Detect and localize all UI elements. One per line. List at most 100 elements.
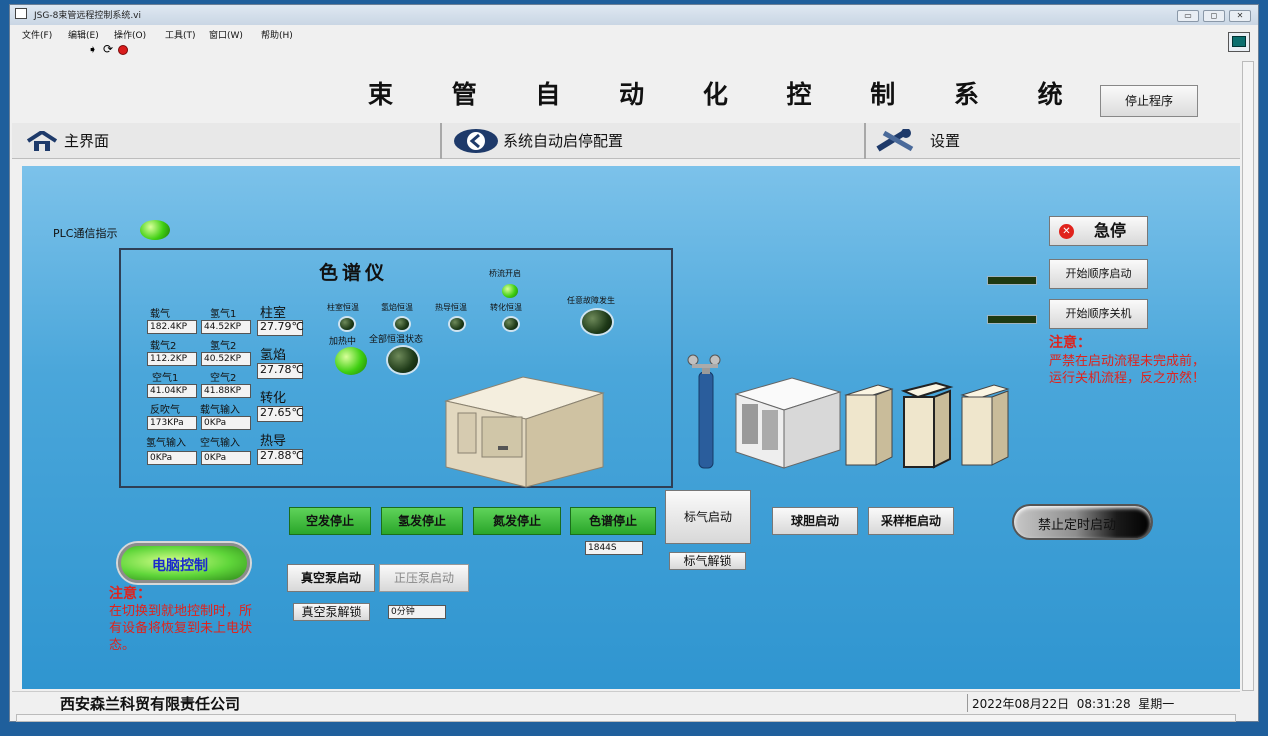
front-panel: 束 管 自 动 化 控 制 系 统 停止程序 主界面 系统自动启停配置 设置 P… xyxy=(12,61,1240,693)
run-continuous-icon[interactable]: ⟳ xyxy=(103,42,113,56)
label-h2: 氢气2 xyxy=(210,341,237,352)
label-col-const: 柱室恒温 xyxy=(327,303,359,312)
pc-control-toggle[interactable]: 电脑控制 xyxy=(118,543,250,583)
datetime: 2022年08月22日 08:31:28 星期一 xyxy=(972,697,1175,711)
value-convert: 27.65℃ xyxy=(257,406,304,422)
label-heating: 加热中 xyxy=(329,337,357,347)
menu-bar: 文件(F) 编辑(E) 操作(O) 工具(T) 窗口(W) 帮助(H) xyxy=(10,26,1258,42)
label-carrier1: 载气 xyxy=(150,309,170,320)
stop-icon: ✕ xyxy=(1059,224,1074,239)
tools-icon xyxy=(876,129,914,152)
server-rack-image xyxy=(734,377,842,469)
run-arrow-icon[interactable]: ➧ xyxy=(88,43,97,56)
tab-auto-config-label: 系统自动启停配置 xyxy=(503,132,624,150)
value-thermal: 27.88℃ xyxy=(257,449,304,465)
timer-ban-label: 禁止定时启动 xyxy=(1038,518,1117,533)
all-const-led xyxy=(388,347,418,373)
std-gas-unlock-button[interactable]: 标气解锁 xyxy=(669,552,746,570)
timer-ban-toggle[interactable]: 禁止定时启动 xyxy=(1012,504,1153,540)
tab-main-label: 主界面 xyxy=(64,132,110,150)
toolbar: ➧ ⟳ xyxy=(10,32,1250,60)
menu-operate[interactable]: 操作(O) xyxy=(114,28,146,41)
pc-control-label: 电脑控制 xyxy=(152,558,208,574)
label-all-const: 全部恒温状态 xyxy=(369,335,424,345)
value-carrier2: 112.2KP xyxy=(147,352,197,366)
minimize-button[interactable]: ▭ xyxy=(1177,10,1199,22)
sequence-start-button[interactable]: 开始顺序启动 xyxy=(1049,259,1148,289)
menu-file[interactable]: 文件(F) xyxy=(22,28,52,41)
back-arrow-icon xyxy=(454,129,498,153)
ball-start-button[interactable]: 球胆启动 xyxy=(772,507,858,535)
value-carrier1: 182.4KP xyxy=(147,320,197,334)
status-bar: 西安森兰科贸有限责任公司 2022年08月22日 08:31:28 星期一 xyxy=(12,691,1240,713)
vacuum-pump-unlock-button[interactable]: 真空泵解锁 xyxy=(293,603,370,621)
pressure-pump-start-button[interactable]: 正压泵启动 xyxy=(379,564,469,592)
value-hflame: 27.78℃ xyxy=(257,363,304,379)
menu-tools[interactable]: 工具(T) xyxy=(165,28,196,41)
label-convert-const: 转化恒温 xyxy=(490,303,522,312)
label-carrier2: 载气2 xyxy=(150,341,177,352)
label-air-in: 空气输入 xyxy=(200,438,240,449)
close-button[interactable]: ✕ xyxy=(1229,10,1251,22)
title-bar: JSG-8束管远程控制系统.vi ▭ ◻ ✕ xyxy=(10,5,1258,25)
value-air2: 41.88KP xyxy=(201,384,251,398)
label-thermal-const: 热导恒温 xyxy=(435,303,467,312)
heating-led xyxy=(335,347,367,375)
thermal-const-led xyxy=(450,318,464,330)
company-name: 西安森兰科贸有限责任公司 xyxy=(60,695,241,713)
maximize-button[interactable]: ◻ xyxy=(1203,10,1225,22)
air-gen-stop-button[interactable]: 空发停止 xyxy=(289,507,371,535)
value-h1: 44.52KP xyxy=(201,320,251,334)
seq-start-indicator xyxy=(987,276,1037,285)
h-gen-stop-button[interactable]: 氢发停止 xyxy=(381,507,463,535)
plc-label: PLC通信指示 xyxy=(53,227,118,240)
gc-stop-button[interactable]: 色谱停止 xyxy=(570,507,656,535)
tab-divider xyxy=(864,123,866,159)
menu-help[interactable]: 帮助(H) xyxy=(261,28,293,41)
col-const-led xyxy=(340,318,354,330)
std-gas-start-button[interactable]: 标气启动 xyxy=(665,490,751,544)
value-h2: 40.52KP xyxy=(201,352,251,366)
cabinet-start-button[interactable]: 采样柜启动 xyxy=(868,507,954,535)
horizontal-scrollbar[interactable] xyxy=(16,714,1236,722)
fault-led xyxy=(582,310,612,334)
tab-divider xyxy=(440,123,442,159)
label-backblow: 反吹气 xyxy=(150,405,180,416)
emergency-stop-label: 急停 xyxy=(1094,221,1127,240)
tab-settings-label: 设置 xyxy=(930,132,961,150)
menu-edit[interactable]: 编辑(E) xyxy=(68,28,99,41)
gas-cylinder-image xyxy=(687,354,721,469)
note-left-text: 在切换到就地控制时，所有设备将恢复到未上电状态。 xyxy=(109,604,253,653)
context-help-icon[interactable] xyxy=(1228,32,1250,52)
stop-program-button[interactable]: 停止程序 xyxy=(1100,85,1198,117)
note-right-title: 注意： xyxy=(1049,335,1091,351)
value-air1: 41.04KP xyxy=(147,384,197,398)
sampling-cabinet-images xyxy=(844,381,1010,469)
bridge-led xyxy=(502,284,518,298)
n-gen-stop-button[interactable]: 氮发停止 xyxy=(473,507,561,535)
sequence-stop-button[interactable]: 开始顺序关机 xyxy=(1049,299,1148,329)
label-hflame: 氢焰 xyxy=(260,348,287,363)
labview-window: JSG-8束管远程控制系统.vi ▭ ◻ ✕ 文件(F) 编辑(E) 操作(O)… xyxy=(9,4,1259,722)
label-air1: 空气1 xyxy=(152,373,179,384)
abort-icon[interactable] xyxy=(118,45,128,55)
label-hflame-const: 氢焰恒温 xyxy=(381,303,413,312)
label-h1: 氢气1 xyxy=(210,309,237,320)
plc-indicator xyxy=(140,220,170,240)
window-title: JSG-8束管远程控制系统.vi xyxy=(34,11,142,21)
label-bridge: 桥流开启 xyxy=(489,269,521,278)
gc-timer: 1844S xyxy=(585,541,643,555)
home-icon xyxy=(26,131,58,151)
vertical-scrollbar[interactable] xyxy=(1242,61,1254,691)
label-thermal: 热导 xyxy=(260,434,287,449)
value-h-in: 0KPa xyxy=(147,451,197,465)
header: 束 管 自 动 化 控 制 系 统 停止程序 xyxy=(12,61,1240,127)
menu-window[interactable]: 窗口(W) xyxy=(209,28,243,41)
emergency-stop-button[interactable]: ✕ 急停 xyxy=(1049,216,1148,246)
hflame-const-led xyxy=(395,318,409,330)
status-divider xyxy=(967,694,968,712)
vacuum-pump-start-button[interactable]: 真空泵启动 xyxy=(287,564,375,592)
chromatograph-title: 色谱仪 xyxy=(319,262,389,284)
system-title: 束 管 自 动 化 控 制 系 统 xyxy=(368,80,1088,109)
label-fault: 任意故障发生 xyxy=(567,296,615,305)
